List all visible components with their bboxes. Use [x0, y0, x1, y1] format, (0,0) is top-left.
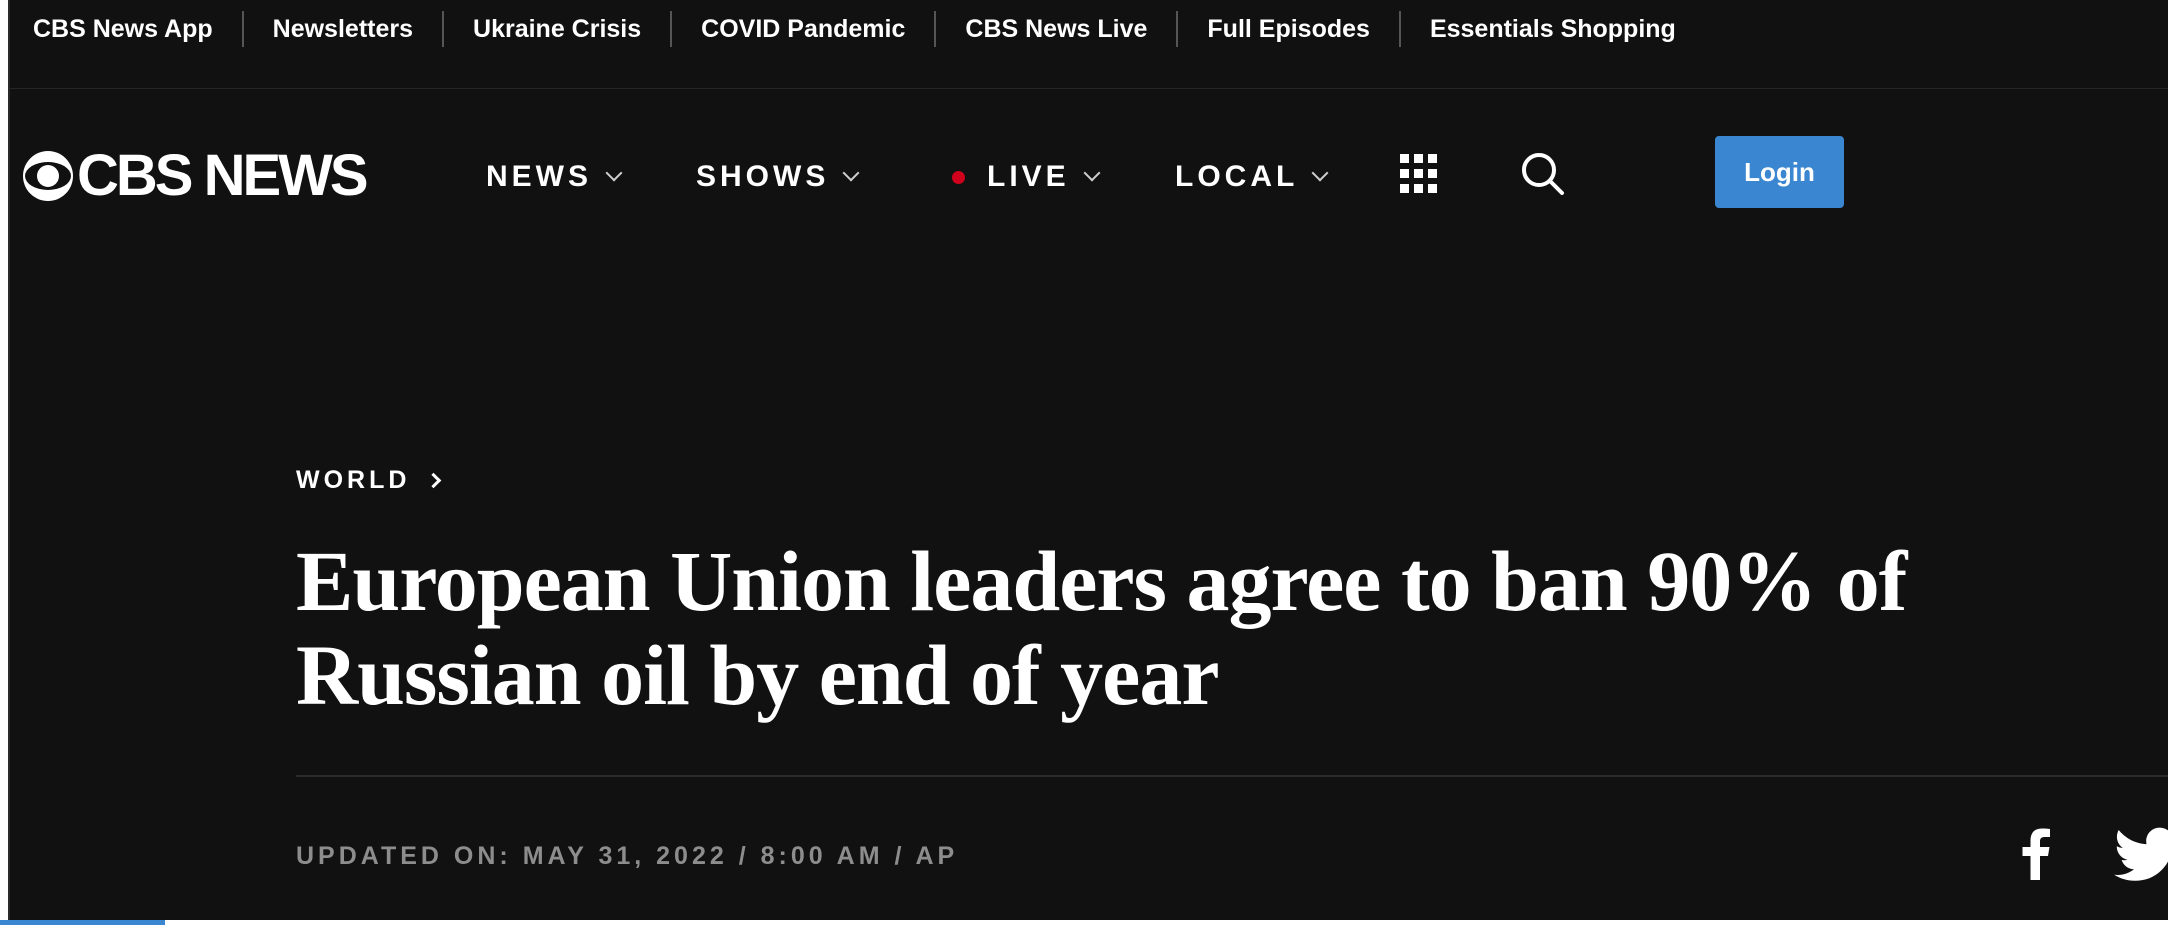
window-border-bottom: [0, 920, 2168, 925]
nav-shows-label: SHOWS: [696, 160, 830, 193]
nav-shows[interactable]: SHOWS: [696, 157, 860, 197]
nav-news-label: NEWS: [486, 160, 592, 193]
nav-live-label: LIVE: [987, 160, 1070, 193]
article-headline: European Union leaders agree to ban 90% …: [296, 533, 1907, 723]
chevron-down-icon: [1311, 164, 1329, 182]
top-link-cbs-news-app[interactable]: CBS News App: [23, 11, 242, 47]
chevron-down-icon: [605, 164, 623, 182]
headline-divider: [296, 775, 2168, 777]
chevron-right-icon: [426, 472, 442, 489]
top-link-ukraine-crisis[interactable]: Ukraine Crisis: [442, 11, 670, 47]
login-button[interactable]: Login: [1715, 136, 1844, 208]
top-link-full-episodes[interactable]: Full Episodes: [1176, 11, 1399, 47]
top-link-essentials-shopping[interactable]: Essentials Shopping: [1398, 11, 1705, 47]
nav-news[interactable]: NEWS: [486, 157, 623, 197]
nav-live[interactable]: LIVE: [952, 157, 1101, 197]
cbs-news-logo[interactable]: CBS NEWS: [23, 143, 369, 208]
logo-text: CBS NEWS: [77, 143, 369, 208]
twitter-icon[interactable]: [2112, 822, 2168, 882]
search-icon[interactable]: [1518, 149, 1568, 199]
section-breadcrumb-world[interactable]: WORLD: [296, 466, 442, 495]
chevron-down-icon: [842, 164, 860, 182]
top-link-covid-pandemic[interactable]: COVID Pandemic: [670, 11, 934, 47]
window-border-left: [0, 0, 8, 925]
top-link-cbs-news-live[interactable]: CBS News Live: [934, 11, 1176, 47]
nav-local-label: LOCAL: [1175, 160, 1299, 193]
cbs-eye-icon: [23, 151, 73, 201]
grid-menu-icon[interactable]: [1400, 154, 1440, 194]
top-utility-links: CBS News App Newsletters Ukraine Crisis …: [23, 0, 1705, 58]
top-utility-bar: CBS News App Newsletters Ukraine Crisis …: [10, 0, 2168, 89]
nav-local[interactable]: LOCAL: [1175, 157, 1329, 197]
live-dot-icon: [952, 170, 965, 184]
article-byline: UPDATED ON: MAY 31, 2022 / 8:00 AM / AP: [296, 842, 959, 870]
bottom-accent-bar: [0, 920, 165, 925]
main-header: CBS NEWS NEWS SHOWS LIVE LOCAL Login: [10, 89, 2168, 259]
top-link-newsletters[interactable]: Newsletters: [241, 11, 442, 47]
chevron-down-icon: [1083, 164, 1101, 182]
section-label: WORLD: [296, 466, 411, 494]
facebook-icon[interactable]: [2010, 822, 2060, 882]
